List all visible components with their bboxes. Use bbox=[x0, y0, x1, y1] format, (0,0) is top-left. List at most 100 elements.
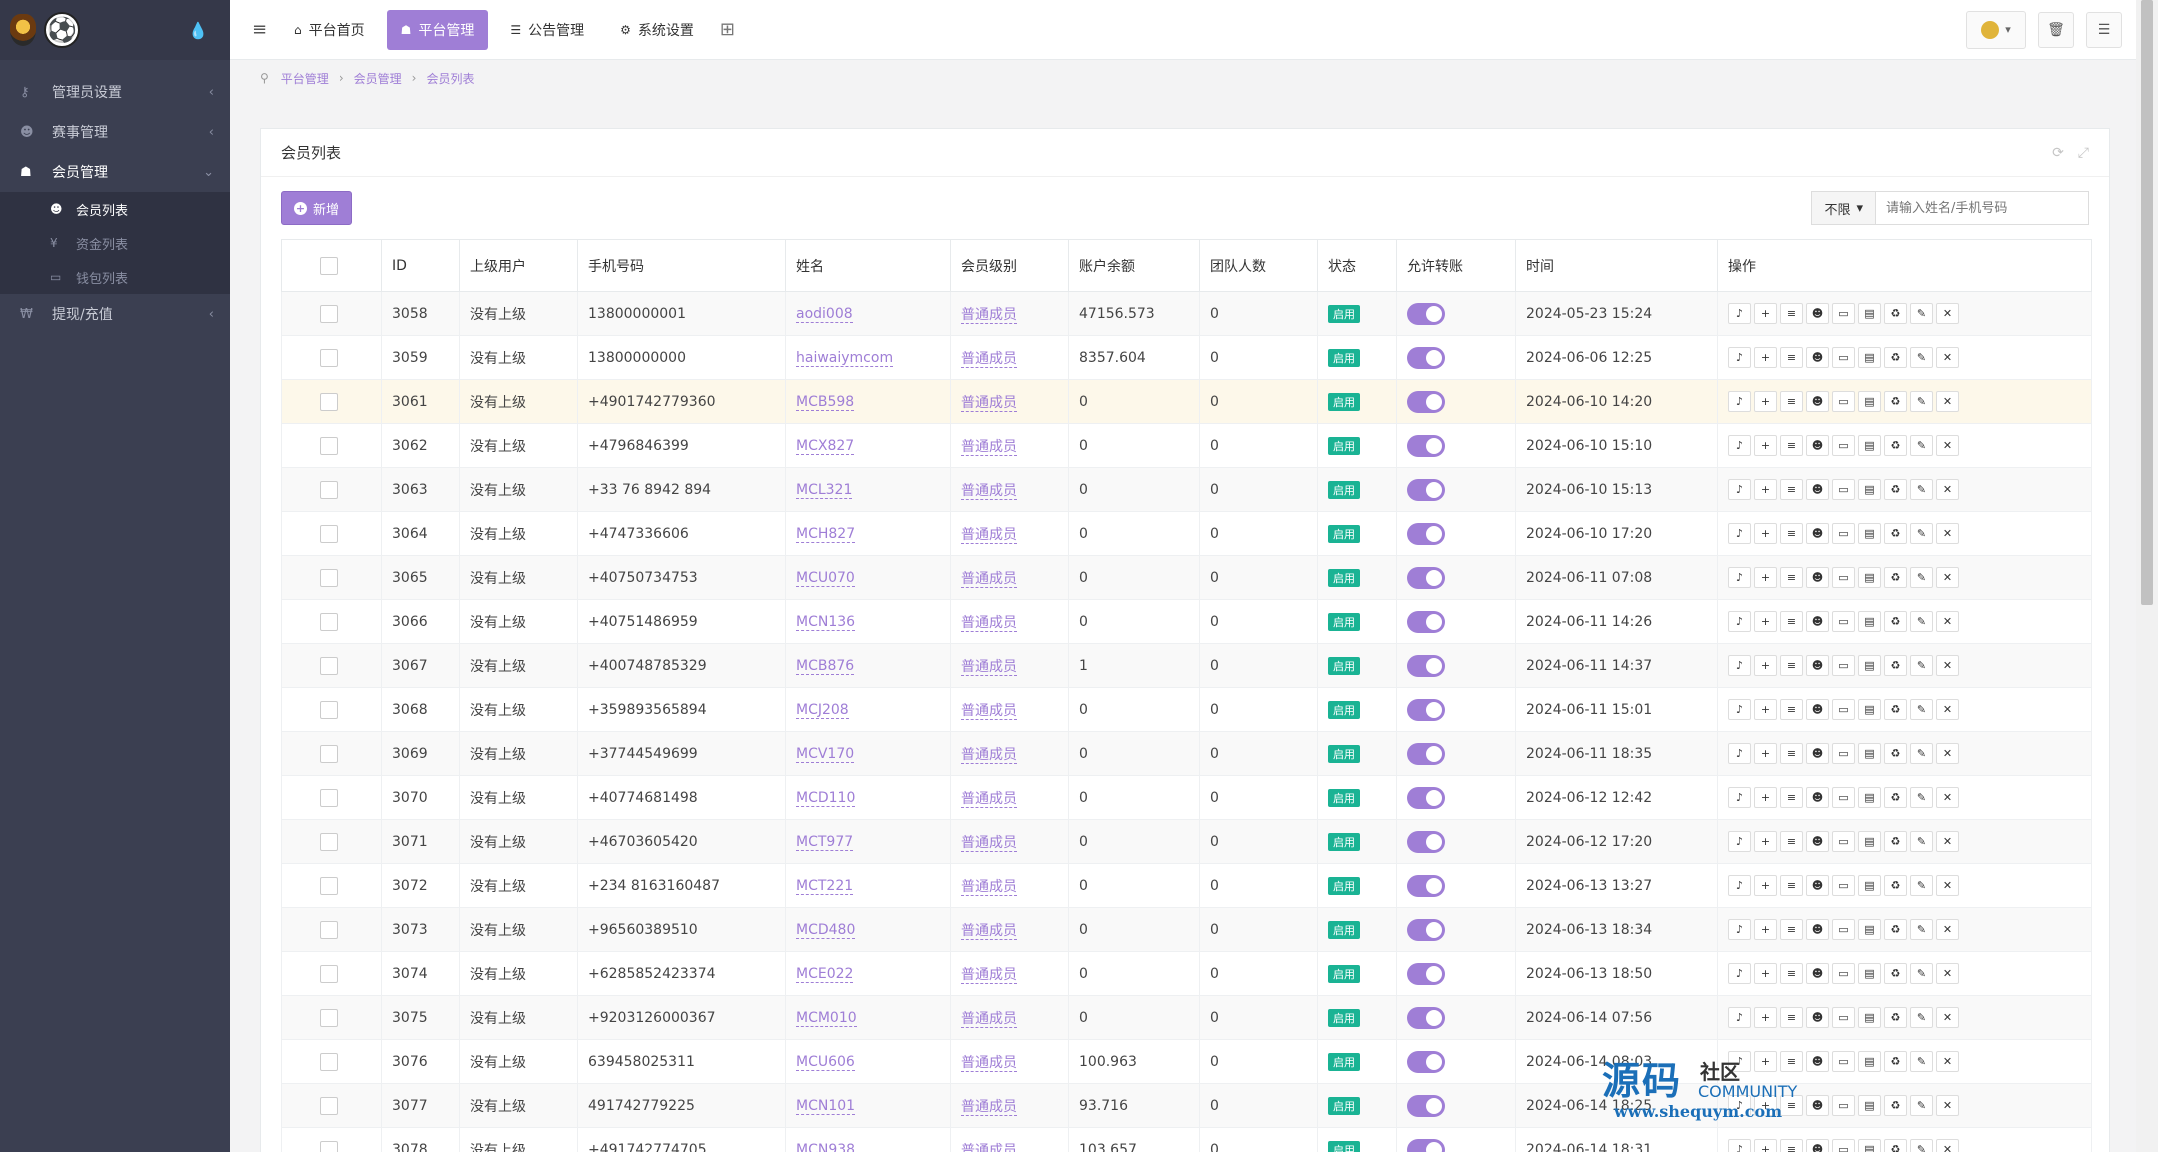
row-checkbox[interactable] bbox=[320, 832, 338, 851]
level-link[interactable]: 普通成员 bbox=[961, 658, 1017, 676]
bell-action-button[interactable]: ♪ bbox=[1728, 347, 1751, 368]
hamburger-menu-icon[interactable]: ≡ bbox=[252, 19, 272, 40]
plus-action-button[interactable]: + bbox=[1754, 1007, 1777, 1028]
row-checkbox[interactable] bbox=[320, 920, 338, 939]
close-action-button[interactable]: ✕ bbox=[1936, 1095, 1959, 1116]
close-action-button[interactable]: ✕ bbox=[1936, 435, 1959, 456]
users-action-button[interactable]: ☻ bbox=[1806, 963, 1829, 984]
pencil-action-button[interactable]: ✎ bbox=[1910, 1139, 1933, 1152]
money-action-button[interactable]: ▭ bbox=[1832, 831, 1855, 852]
recycle-action-button[interactable]: ♻ bbox=[1884, 1139, 1907, 1152]
allow-transfer-toggle[interactable] bbox=[1407, 786, 1445, 809]
table-action-button[interactable]: ▤ bbox=[1858, 919, 1881, 940]
sidebar-item-member-management[interactable]: ☗ 会员管理 ⌄ bbox=[0, 152, 230, 192]
pencil-action-button[interactable]: ✎ bbox=[1910, 1007, 1933, 1028]
row-checkbox[interactable] bbox=[320, 788, 338, 807]
name-link[interactable]: MCD480 bbox=[796, 921, 856, 939]
money-action-button[interactable]: ▭ bbox=[1832, 963, 1855, 984]
row-checkbox[interactable] bbox=[320, 436, 338, 455]
tab-platform-home[interactable]: ⌂ 平台首页 bbox=[280, 10, 379, 50]
list-action-button[interactable]: ≡ bbox=[1780, 1051, 1803, 1072]
filter-dropdown[interactable]: 不限 ▾ bbox=[1811, 191, 1875, 225]
bell-action-button[interactable]: ♪ bbox=[1728, 963, 1751, 984]
level-link[interactable]: 普通成员 bbox=[961, 1142, 1017, 1152]
plus-action-button[interactable]: + bbox=[1754, 963, 1777, 984]
level-link[interactable]: 普通成员 bbox=[961, 570, 1017, 588]
level-link[interactable]: 普通成员 bbox=[961, 526, 1017, 544]
table-action-button[interactable]: ▤ bbox=[1858, 1139, 1881, 1152]
allow-transfer-toggle[interactable] bbox=[1407, 962, 1445, 985]
page-scrollbar[interactable] bbox=[2136, 0, 2158, 1152]
list-action-button[interactable]: ≡ bbox=[1780, 435, 1803, 456]
level-link[interactable]: 普通成员 bbox=[961, 1054, 1017, 1072]
name-link[interactable]: MCV170 bbox=[796, 745, 855, 763]
plus-action-button[interactable]: + bbox=[1754, 611, 1777, 632]
users-action-button[interactable]: ☻ bbox=[1806, 875, 1829, 896]
row-checkbox[interactable] bbox=[320, 964, 338, 983]
name-link[interactable]: MCX827 bbox=[796, 437, 855, 455]
plus-action-button[interactable]: + bbox=[1754, 787, 1777, 808]
search-input[interactable] bbox=[1875, 191, 2089, 225]
table-action-button[interactable]: ▤ bbox=[1858, 1007, 1881, 1028]
list-action-button[interactable]: ≡ bbox=[1780, 875, 1803, 896]
recycle-action-button[interactable]: ♻ bbox=[1884, 567, 1907, 588]
name-link[interactable]: MCU070 bbox=[796, 569, 855, 587]
list-action-button[interactable]: ≡ bbox=[1780, 743, 1803, 764]
plus-action-button[interactable]: + bbox=[1754, 523, 1777, 544]
row-checkbox[interactable] bbox=[320, 524, 338, 543]
level-link[interactable]: 普通成员 bbox=[961, 306, 1017, 324]
users-action-button[interactable]: ☻ bbox=[1806, 479, 1829, 500]
users-action-button[interactable]: ☻ bbox=[1806, 831, 1829, 852]
table-action-button[interactable]: ▤ bbox=[1858, 787, 1881, 808]
recycle-action-button[interactable]: ♻ bbox=[1884, 743, 1907, 764]
list-action-button[interactable]: ≡ bbox=[1780, 655, 1803, 676]
table-action-button[interactable]: ▤ bbox=[1858, 1051, 1881, 1072]
money-action-button[interactable]: ▭ bbox=[1832, 699, 1855, 720]
table-action-button[interactable]: ▤ bbox=[1858, 435, 1881, 456]
list-action-button[interactable]: ≡ bbox=[1780, 1139, 1803, 1152]
row-checkbox[interactable] bbox=[320, 480, 338, 499]
list-action-button[interactable]: ≡ bbox=[1780, 479, 1803, 500]
allow-transfer-toggle[interactable] bbox=[1407, 874, 1445, 897]
plus-action-button[interactable]: + bbox=[1754, 1139, 1777, 1152]
bell-action-button[interactable]: ♪ bbox=[1728, 1007, 1751, 1028]
list-action-button[interactable]: ≡ bbox=[1780, 831, 1803, 852]
sidebar-item-admin-settings[interactable]: ⚷ 管理员设置 ‹ bbox=[0, 72, 230, 112]
name-link[interactable]: MCD110 bbox=[796, 789, 856, 807]
plus-action-button[interactable]: + bbox=[1754, 831, 1777, 852]
users-action-button[interactable]: ☻ bbox=[1806, 1095, 1829, 1116]
bell-action-button[interactable]: ♪ bbox=[1728, 611, 1751, 632]
recycle-action-button[interactable]: ♻ bbox=[1884, 1095, 1907, 1116]
pencil-action-button[interactable]: ✎ bbox=[1910, 611, 1933, 632]
bell-action-button[interactable]: ♪ bbox=[1728, 919, 1751, 940]
name-link[interactable]: MCH827 bbox=[796, 525, 856, 543]
plus-action-button[interactable]: + bbox=[1754, 479, 1777, 500]
users-action-button[interactable]: ☻ bbox=[1806, 919, 1829, 940]
table-action-button[interactable]: ▤ bbox=[1858, 347, 1881, 368]
column-header[interactable]: 允许转账 bbox=[1396, 239, 1516, 292]
allow-transfer-toggle[interactable] bbox=[1407, 830, 1445, 853]
allow-transfer-toggle[interactable] bbox=[1407, 522, 1445, 545]
list-action-button[interactable]: ≡ bbox=[1780, 347, 1803, 368]
row-checkbox[interactable] bbox=[320, 700, 338, 719]
level-link[interactable]: 普通成员 bbox=[961, 922, 1017, 940]
users-action-button[interactable]: ☻ bbox=[1806, 611, 1829, 632]
recycle-action-button[interactable]: ♻ bbox=[1884, 1051, 1907, 1072]
table-action-button[interactable]: ▤ bbox=[1858, 963, 1881, 984]
users-action-button[interactable]: ☻ bbox=[1806, 1007, 1829, 1028]
level-link[interactable]: 普通成员 bbox=[961, 1010, 1017, 1028]
bell-action-button[interactable]: ♪ bbox=[1728, 479, 1751, 500]
level-link[interactable]: 普通成员 bbox=[961, 1098, 1017, 1116]
close-action-button[interactable]: ✕ bbox=[1936, 1051, 1959, 1072]
bell-action-button[interactable]: ♪ bbox=[1728, 1051, 1751, 1072]
users-action-button[interactable]: ☻ bbox=[1806, 523, 1829, 544]
list-action-button[interactable]: ≡ bbox=[1780, 919, 1803, 940]
table-action-button[interactable]: ▤ bbox=[1858, 699, 1881, 720]
list-action-button[interactable]: ≡ bbox=[1780, 1007, 1803, 1028]
level-link[interactable]: 普通成员 bbox=[961, 790, 1017, 808]
column-header[interactable]: 团队人数 bbox=[1199, 239, 1318, 292]
money-action-button[interactable]: ▭ bbox=[1832, 1095, 1855, 1116]
column-header[interactable]: ID bbox=[381, 239, 460, 292]
level-link[interactable]: 普通成员 bbox=[961, 350, 1017, 368]
money-action-button[interactable]: ▭ bbox=[1832, 567, 1855, 588]
